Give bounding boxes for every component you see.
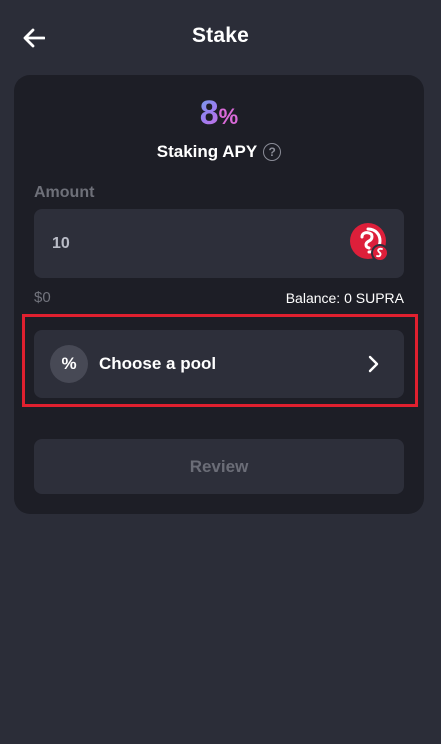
choose-pool-button[interactable]: % Choose a pool xyxy=(34,330,404,398)
choose-pool-label: Choose a pool xyxy=(99,354,217,373)
stake-card: 8% Staking APY ? Amount $0 Balance: 0 SU… xyxy=(14,75,424,514)
apy-label: Staking APY xyxy=(156,142,258,161)
balance-text: Balance: 0 SUPRA xyxy=(285,290,404,306)
amount-label: Amount xyxy=(34,184,95,201)
usd-value: $0 xyxy=(34,289,51,306)
chevron-right-icon xyxy=(368,355,379,373)
apy-percent-sign: % xyxy=(218,104,239,129)
review-button[interactable]: Review xyxy=(34,439,404,494)
apy-number: 8 xyxy=(199,94,219,132)
question-circle-icon[interactable]: ? xyxy=(263,143,282,161)
amount-field xyxy=(34,209,404,278)
header: Stake xyxy=(0,0,441,72)
percent-icon: % xyxy=(50,345,88,383)
apy-value: 8% xyxy=(14,96,424,130)
apy-label-row: Staking APY ? xyxy=(14,142,424,162)
amount-input[interactable] xyxy=(52,209,332,278)
supra-token-icon xyxy=(350,223,389,262)
page-title: Stake xyxy=(191,24,250,47)
